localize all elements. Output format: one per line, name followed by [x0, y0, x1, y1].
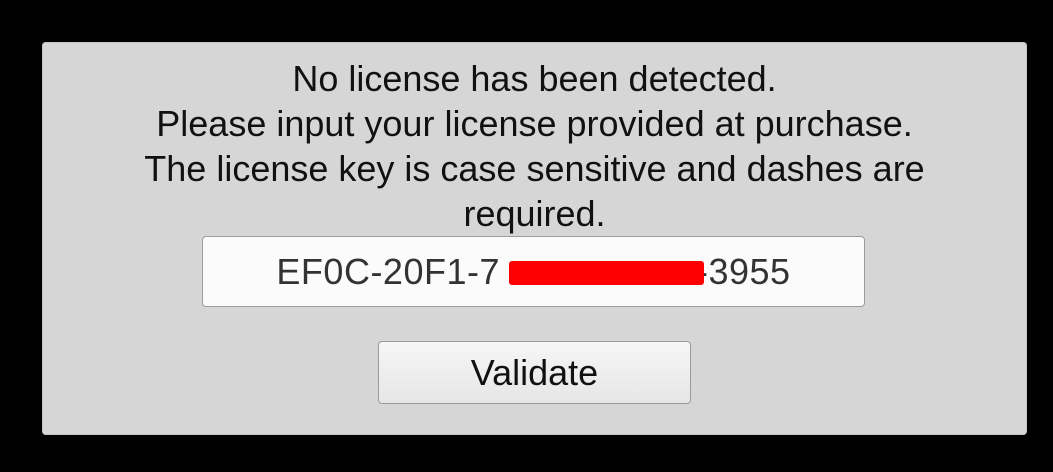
license-key-suffix: -3955 — [696, 250, 791, 292]
message-line-1: No license has been detected. — [292, 58, 777, 99]
license-message: No license has been detected. Please inp… — [42, 56, 1027, 236]
message-line-4: required. — [463, 193, 606, 234]
license-key-input[interactable]: EF0C-20F1-7 -3955 — [202, 236, 865, 307]
message-line-2: Please input your license provided at pu… — [156, 103, 913, 144]
license-key-prefix: EF0C-20F1-7 — [276, 250, 500, 292]
redaction-bar — [509, 261, 704, 285]
message-line-3: The license key is case sensitive and da… — [144, 148, 925, 189]
license-dialog: No license has been detected. Please inp… — [42, 42, 1027, 435]
validate-button[interactable]: Validate — [378, 341, 691, 404]
